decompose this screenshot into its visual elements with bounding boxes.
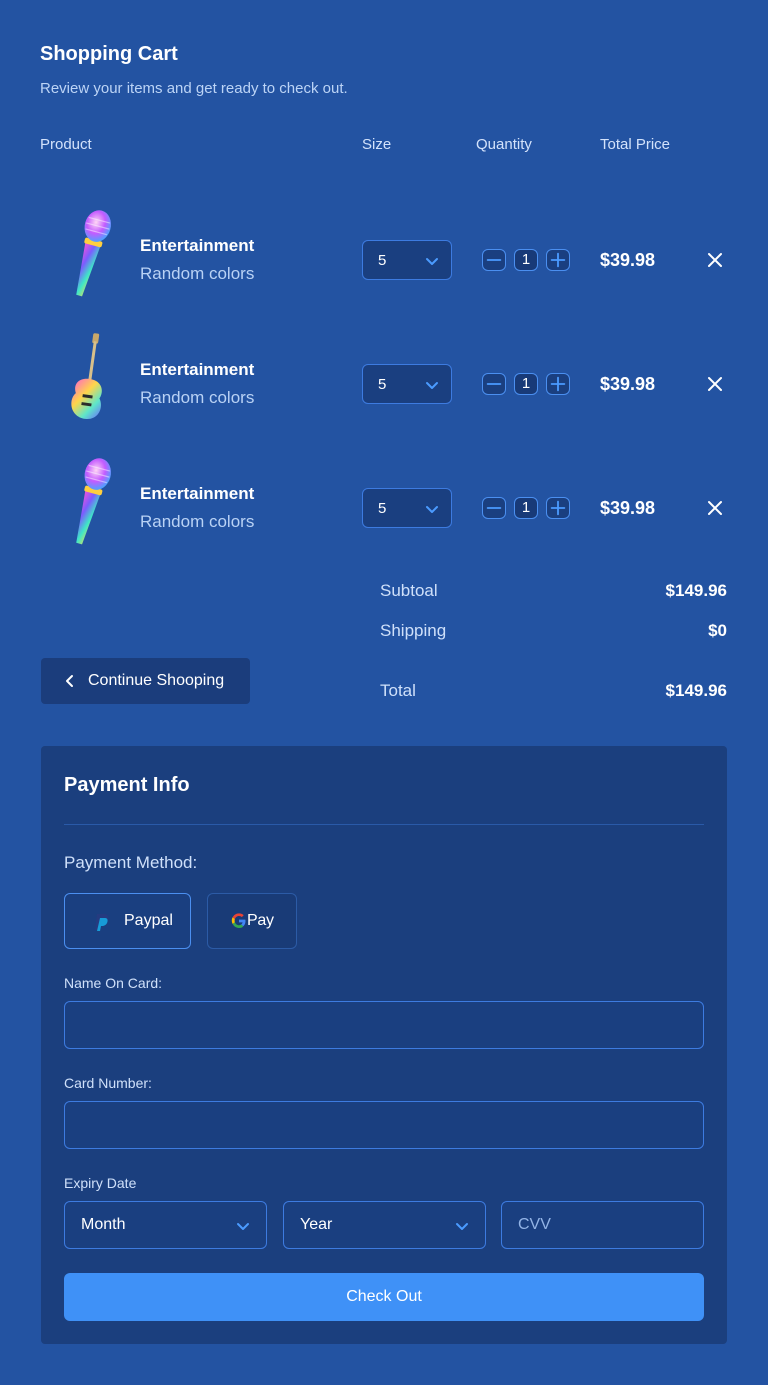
cvv-input[interactable]: CVV — [501, 1201, 704, 1249]
month-select[interactable]: Month — [64, 1201, 267, 1249]
chevron-left-icon — [66, 675, 73, 687]
microphone-icon — [76, 210, 111, 297]
guitar-icon — [71, 333, 102, 420]
size-select[interactable]: 5 — [362, 364, 452, 404]
decrease-quantity-button[interactable] — [482, 249, 506, 271]
product-name: Entertainment — [140, 360, 255, 379]
payment-info-panel: Payment Info Payment Method: Paypal Pay … — [41, 746, 727, 1344]
size-value: 5 — [378, 376, 387, 393]
remove-item-button[interactable] — [707, 252, 723, 268]
column-header-total-price: Total Price — [600, 136, 671, 153]
shopping-cart-page: Shopping Cart Review your items and get … — [0, 0, 768, 1385]
google-pay-option[interactable]: Pay — [207, 893, 297, 949]
decrease-quantity-button[interactable] — [482, 497, 506, 519]
total-label: Total — [380, 681, 416, 700]
cart-item-row: Entertainment Random colors 5 1 $39.98 — [0, 329, 768, 429]
year-value: Year — [300, 1216, 333, 1233]
product-variant: Random colors — [140, 388, 255, 407]
column-header-quantity: Quantity — [476, 136, 532, 153]
size-select[interactable]: 5 — [362, 488, 452, 528]
cart-item-row: Entertainment Random colors 5 1 $39.98 — [0, 205, 768, 305]
page-subtitle: Review your items and get ready to check… — [40, 80, 348, 97]
size-value: 5 — [378, 252, 387, 269]
increase-quantity-button[interactable] — [546, 249, 570, 271]
remove-item-button[interactable] — [707, 500, 723, 516]
month-value: Month — [81, 1216, 126, 1233]
increase-quantity-button[interactable] — [546, 497, 570, 519]
cvv-placeholder: CVV — [518, 1216, 551, 1233]
increase-quantity-button[interactable] — [546, 373, 570, 395]
product-name: Entertainment — [140, 484, 255, 503]
paypal-icon — [95, 914, 109, 931]
google-pay-label: Pay — [247, 912, 274, 929]
decrease-quantity-button[interactable] — [482, 373, 506, 395]
chevron-down-icon — [237, 1223, 249, 1230]
total-value: $149.96 — [665, 681, 727, 700]
shipping-value: $0 — [708, 621, 727, 640]
remove-item-button[interactable] — [707, 376, 723, 392]
quantity-value[interactable]: 1 — [514, 249, 538, 271]
column-header-product: Product — [40, 136, 92, 153]
name-on-card-input[interactable] — [64, 1001, 704, 1049]
card-number-input[interactable] — [64, 1101, 704, 1149]
column-header-size: Size — [362, 136, 392, 153]
payment-info-title: Payment Info — [64, 774, 190, 796]
size-select[interactable]: 5 — [362, 240, 452, 280]
product-variant: Random colors — [140, 264, 255, 283]
subtotal-value: $149.96 — [665, 581, 727, 600]
item-total-price: $39.98 — [600, 374, 656, 394]
continue-shopping-button[interactable]: Continue Shooping — [41, 658, 250, 704]
item-total-price: $39.98 — [600, 498, 656, 518]
chevron-down-icon — [426, 258, 438, 265]
chevron-down-icon — [456, 1223, 468, 1230]
chevron-down-icon — [426, 382, 438, 389]
divider — [64, 824, 704, 825]
year-select[interactable]: Year — [283, 1201, 486, 1249]
chevron-down-icon — [426, 506, 438, 513]
check-out-button[interactable]: Check Out — [64, 1273, 704, 1321]
card-number-label: Card Number: — [64, 1075, 152, 1091]
item-total-price: $39.98 — [600, 250, 656, 270]
product-variant: Random colors — [140, 512, 255, 531]
quantity-value[interactable]: 1 — [514, 497, 538, 519]
subtotal-label: Subtoal — [380, 581, 438, 600]
cart-item-row: Entertainment Random colors 5 1 $39.98 — [0, 453, 768, 553]
payment-method-label: Payment Method: — [64, 853, 198, 872]
expiry-date-label: Expiry Date — [64, 1175, 137, 1191]
product-name: Entertainment — [140, 236, 255, 255]
page-title: Shopping Cart — [40, 43, 178, 65]
paypal-option[interactable]: Paypal — [64, 893, 191, 949]
paypal-label: Paypal — [124, 912, 173, 929]
shipping-label: Shipping — [380, 621, 447, 640]
name-on-card-label: Name On Card: — [64, 975, 163, 991]
quantity-value[interactable]: 1 — [514, 373, 538, 395]
continue-shopping-label: Continue Shooping — [88, 672, 225, 689]
google-g-icon — [231, 913, 246, 928]
size-value: 5 — [378, 500, 387, 517]
microphone-icon — [76, 458, 111, 545]
